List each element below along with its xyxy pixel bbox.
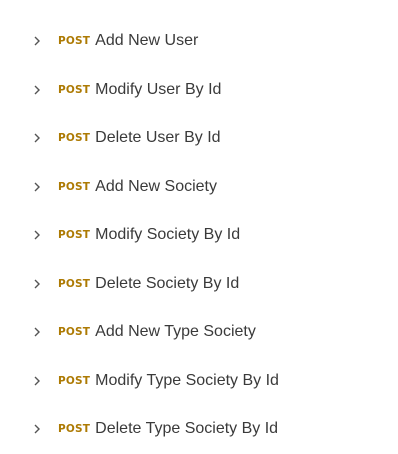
request-name: Modify Type Society By Id [95, 371, 279, 389]
request-name: Delete User By Id [95, 129, 221, 147]
request-item-delete-user-by-id[interactable]: POST Delete User By Id [0, 114, 398, 163]
request-name: Delete Type Society By Id [95, 420, 279, 438]
chevron-right-icon[interactable] [30, 228, 44, 242]
request-item-delete-type-society-by-id[interactable]: POST Delete Type Society By Id [0, 405, 398, 454]
request-name: Modify Society By Id [95, 226, 241, 244]
request-item-modify-user-by-id[interactable]: POST Modify User By Id [0, 66, 398, 115]
request-item-add-new-society[interactable]: POST Add New Society [0, 163, 398, 212]
method-badge: POST [58, 374, 91, 387]
request-name: Add New User [95, 32, 199, 50]
method-badge: POST [58, 132, 91, 145]
chevron-right-icon[interactable] [30, 422, 44, 436]
request-name: Add New Society [95, 177, 217, 195]
method-badge: POST [58, 326, 91, 339]
request-list: POST Add New User POST Modify User By Id… [0, 17, 398, 454]
request-item-modify-type-society-by-id[interactable]: POST Modify Type Society By Id [0, 357, 398, 406]
request-name: Modify User By Id [95, 80, 222, 98]
method-badge: POST [58, 35, 91, 48]
chevron-right-icon[interactable] [30, 180, 44, 194]
chevron-right-icon[interactable] [30, 83, 44, 97]
request-name: Add New Type Society [95, 323, 256, 341]
chevron-right-icon[interactable] [30, 34, 44, 48]
chevron-right-icon[interactable] [30, 131, 44, 145]
request-name: Delete Society By Id [95, 274, 240, 292]
chevron-right-icon[interactable] [30, 325, 44, 339]
request-item-delete-society-by-id[interactable]: POST Delete Society By Id [0, 260, 398, 309]
chevron-right-icon[interactable] [30, 277, 44, 291]
method-badge: POST [58, 277, 91, 290]
method-badge: POST [58, 423, 91, 436]
request-item-modify-society-by-id[interactable]: POST Modify Society By Id [0, 211, 398, 260]
method-badge: POST [58, 83, 91, 96]
method-badge: POST [58, 229, 91, 242]
method-badge: POST [58, 180, 91, 193]
chevron-right-icon[interactable] [30, 374, 44, 388]
request-item-add-new-type-society[interactable]: POST Add New Type Society [0, 308, 398, 357]
request-item-add-new-user[interactable]: POST Add New User [0, 17, 398, 66]
